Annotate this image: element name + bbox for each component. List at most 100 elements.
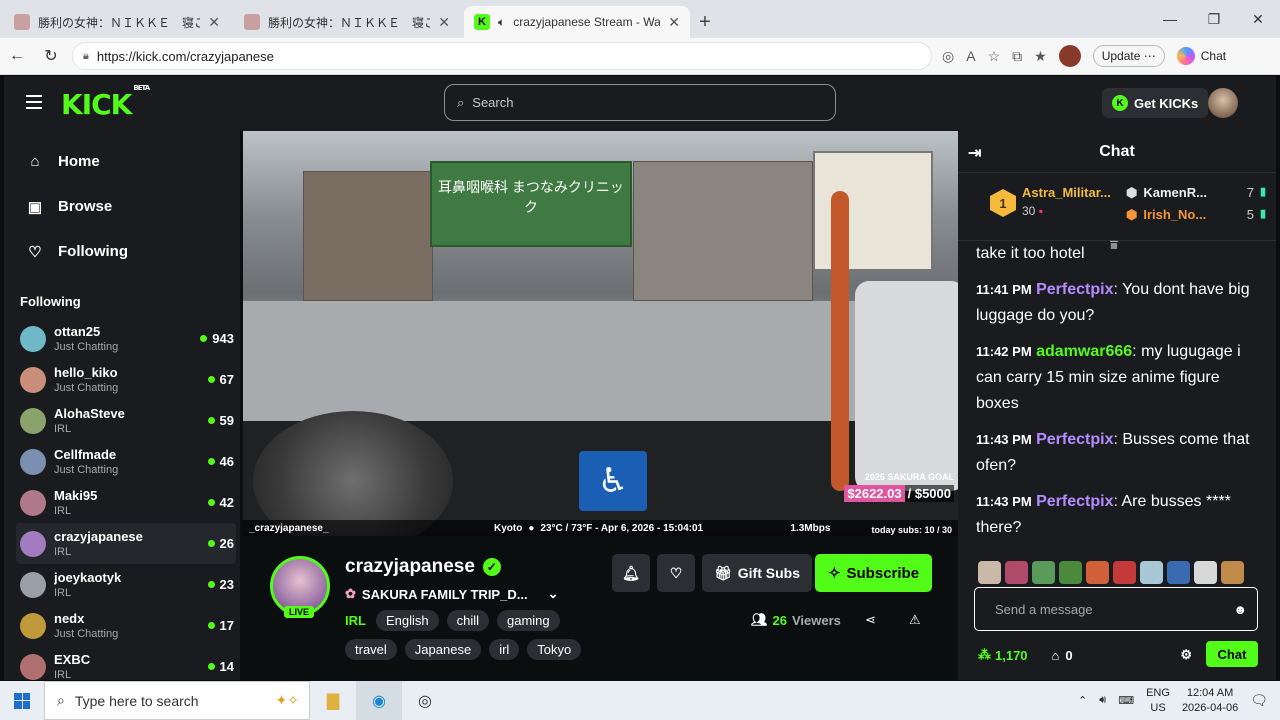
search-input[interactable]: ⌕ Search [444,84,836,121]
favorites-icon[interactable]: ★ [1034,48,1047,65]
gift-subs-button[interactable]: 🎁︎ Gift Subs [702,554,812,592]
clock[interactable]: 12:04 AM 2026-04-06 [1182,686,1238,716]
emote[interactable] [1059,561,1082,584]
following-item[interactable]: crazyjapanese IRL 26 [16,523,236,564]
close-icon[interactable]: ✕ [208,14,220,31]
keyboard-icon[interactable]: ⌨ [1118,694,1134,707]
emote[interactable] [978,561,1001,584]
subscribe-button[interactable]: ✧ Subscribe [815,554,932,592]
stream-tag[interactable]: travel [345,639,397,660]
nav-label: Home [58,153,100,170]
category-link[interactable]: IRL [345,613,366,628]
message-user[interactable]: Perfectpix [1036,281,1113,298]
obs-app-icon[interactable]: ◎ [402,681,448,720]
emote[interactable] [1113,561,1136,584]
emote[interactable] [1221,561,1244,584]
chevron-down-icon[interactable]: ⌄ [548,586,559,602]
emote[interactable] [1032,561,1055,584]
stream-tag[interactable]: irl [489,639,520,660]
close-icon[interactable]: ✕ [438,14,450,31]
profile-avatar[interactable] [1058,45,1081,67]
emote[interactable] [1167,561,1190,584]
tracking-icon[interactable]: ◎ [942,48,954,65]
badge-icon: ⬢ [1126,207,1138,222]
start-button[interactable] [0,681,44,720]
file-explorer-icon[interactable]: ▇ [310,681,356,720]
gift-count[interactable]: ⌂ 0 [1052,648,1073,663]
emote[interactable] [1005,561,1028,584]
emoji-icon[interactable]: ☻ [1233,602,1247,617]
language-indicator[interactable]: ENG US [1146,686,1170,716]
leaderboard-row[interactable]: ⬢ Irish_No... 5 ▮ [1126,207,1266,223]
close-icon[interactable]: ✕ [668,14,680,31]
emote[interactable] [1086,561,1109,584]
nav-home[interactable]: ⌂ Home [4,139,240,184]
tab-title: 勝利の女神：ＮＩＫＫＥ 寝ころび [268,15,431,30]
url-input[interactable]: 🔒︎ https://kick.com/crazyjapanese [72,42,932,70]
taskbar-search-input[interactable]: ⌕ Type here to search ✦✧ [44,681,310,720]
browser-tab-1[interactable]: 勝利の女神：ＮＩＫＫＥ 寝ころび ✕ [4,6,230,38]
minimize-icon[interactable]: — [1148,0,1192,38]
stream-tag[interactable]: Tokyo [527,639,582,660]
menu-icon[interactable] [26,95,42,109]
channel-points[interactable]: ⁂ 1,170 [978,647,1028,663]
browser-tab-3[interactable]: K 🔈︎ crazyjapanese Stream - Watch ✕ [464,6,690,38]
message-user[interactable]: adamwar666 [1036,343,1132,360]
following-item[interactable]: ottan25 Just Chatting 943 [4,318,240,359]
send-chat-button[interactable]: Chat [1206,641,1258,667]
extensions-icon[interactable]: ⧉ [1012,48,1022,65]
nav-browse[interactable]: ▣ Browse [4,184,240,229]
channel-name[interactable]: crazyjapanese ✓ [345,556,501,578]
following-item[interactable]: AlohaSteve IRL 59 [4,400,240,441]
restore-icon[interactable]: ❐ [1192,0,1236,38]
report-icon[interactable]: ⚠ [909,612,921,628]
share-icon[interactable]: ⋖ [865,612,876,628]
stream-tag[interactable]: gaming [497,610,560,631]
volume-icon[interactable]: 🔊︎ [1099,694,1106,707]
chat-message: 11:43 PM Perfectpix: Are busses **** the… [976,493,1231,536]
back-icon[interactable]: ← [0,38,34,75]
browser-tab-2[interactable]: 勝利の女神：ＮＩＫＫＥ 寝ころび ✕ [234,6,460,38]
nav-following[interactable]: ♡ Following [4,229,240,274]
get-kicks-button[interactable]: K Get KICKs [1102,88,1209,118]
new-tab-button[interactable]: + [690,6,720,38]
chat-message-input[interactable]: Send a message ☻ [974,587,1258,631]
collapse-chat-icon[interactable]: ⇥ [968,143,981,163]
refresh-icon[interactable]: ↻ [34,38,68,75]
edge-browser-icon[interactable]: ◉ [356,681,402,720]
stream-tag[interactable]: English [375,610,439,631]
following-category: Just Chatting [54,628,119,640]
stream-tag[interactable]: chill [446,610,489,631]
kick-top-nav: KICKBETA ⌕ Search K Get KICKs [4,76,1276,131]
follow-button[interactable]: ♡ [657,554,695,592]
emote[interactable] [1140,561,1163,584]
leaderboard-row[interactable]: ⬢ KamenR... 7 ▮ [1126,185,1266,201]
read-aloud-icon[interactable]: A [966,48,975,64]
notification-icon[interactable]: 🗨︎ [1250,692,1268,709]
following-item[interactable]: joeykaotyk IRL 23 [4,564,240,605]
following-item[interactable]: hello_kiko Just Chatting 67 [4,359,240,400]
user-avatar[interactable] [1208,88,1238,118]
following-viewers: 59 [207,413,234,428]
following-item[interactable]: Cellfmade Just Chatting 46 [4,441,240,482]
speaker-icon[interactable]: 🔈︎ [498,15,505,30]
update-button[interactable]: Update ⋯ [1092,45,1165,67]
get-kicks-label: Get KICKs [1134,95,1199,111]
following-item[interactable]: Maki95 IRL 42 [4,482,240,523]
close-window-icon[interactable]: ✕ [1236,0,1280,38]
copilot-chat-button[interactable]: Chat [1176,47,1226,65]
lock-icon[interactable]: 🔒︎ [83,50,89,63]
top-gifter-name[interactable]: Astra_Militar... [1022,185,1111,200]
following-item[interactable]: nedx Just Chatting 17 [4,605,240,646]
emote[interactable] [1194,561,1217,584]
kick-logo[interactable]: KICKBETA [61,84,150,121]
message-user[interactable]: Perfectpix [1036,493,1113,510]
stream-tag[interactable]: Japanese [404,639,482,660]
message-user[interactable]: Perfectpix [1036,431,1113,448]
favorite-star-icon[interactable]: ☆ [988,48,1001,65]
following-item[interactable]: EXBC IRL 14 [4,646,240,680]
video-player[interactable]: 耳鼻咽喉科 まつなみクリニック ♿︎ 2026 SAKURA GOAL $262… [243,131,958,536]
notification-bell-button[interactable]: 🔔︎ [612,554,650,592]
chevron-up-icon[interactable]: ⌃ [1078,694,1087,707]
settings-gear-icon[interactable]: ⚙ [1180,647,1192,663]
